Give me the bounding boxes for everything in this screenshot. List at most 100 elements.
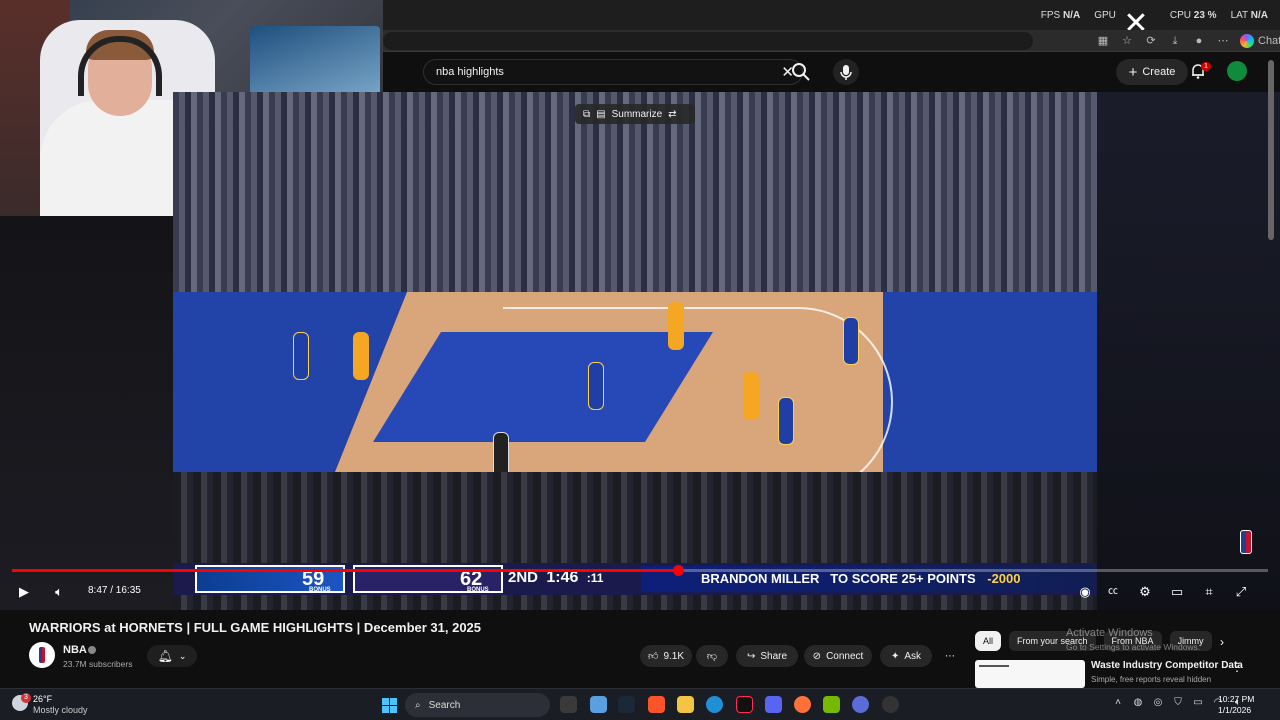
video-player-figure [743,372,759,420]
create-button[interactable]: + Create [1116,59,1188,85]
video-player-figure [588,362,604,410]
search-query: nba highlights [436,66,504,78]
video-three-point-arc [503,307,893,497]
edge-icon[interactable] [706,696,723,713]
share-icon: ↪ [746,650,756,662]
progress-bar[interactable] [12,565,1268,576]
gpu-stat: GPU [1094,10,1116,21]
nba-logo-icon [1240,530,1252,554]
chevron-up-icon[interactable]: ˄ [1112,697,1124,709]
cast-icon[interactable]: ⌗ [1199,582,1219,602]
ad-thumbnail[interactable] [975,660,1085,688]
network-app-icon[interactable]: ◍ [1132,697,1144,709]
download-icon[interactable]: ⤓ [1168,34,1182,48]
screen: FPS N/A GPU CPU 23 % LAT N/A ✕ ▦ ☆ ⟳ ⤓ ●… [0,0,1280,720]
task-view-icon[interactable] [560,696,577,713]
windows-start-icon[interactable] [382,698,397,713]
app-icon[interactable]: ▦ [1096,34,1110,48]
voice-search-button[interactable] [833,59,859,85]
more-icon: ⋯ [945,650,955,662]
player-letterbox-right [1097,92,1280,610]
video-player[interactable] [173,92,1097,610]
steam-icon[interactable] [618,696,635,713]
widgets-icon[interactable] [590,696,607,713]
clock-time[interactable]: 10:27 PM [1218,694,1254,704]
fullscreen-icon[interactable]: ⤢ [1231,582,1251,602]
page-scrollbar[interactable] [1268,60,1274,240]
notification-count-badge: 1 [1201,62,1211,71]
ad-title[interactable]: Waste Industry Competitor Data [1091,660,1243,671]
performance-overlay: FPS N/A GPU CPU 23 % LAT N/A [1041,10,1268,21]
create-label: Create [1142,66,1176,78]
discord-icon[interactable] [765,696,782,713]
profile-icon[interactable]: ● [1192,34,1206,48]
chat-button[interactable]: Chat [1240,34,1280,48]
share-button[interactable]: ↪ Share [736,645,798,667]
subscription-bell-button[interactable]: 🔔︎ ⌄ [147,645,197,667]
connect-icon: ⊘ [812,650,822,662]
battery-icon[interactable]: ▭ [1192,697,1204,709]
video-player-figure [778,397,794,445]
chip-all[interactable]: All [975,631,1002,651]
verified-badge-icon [88,646,96,654]
firefox-icon[interactable] [794,696,811,713]
taskbar-search-label: Search [428,699,461,711]
activate-windows-subtitle: Go to Settings to activate Windows. [1066,642,1201,652]
sparkle-icon: ✦ [890,650,900,662]
share-label: Share [760,650,788,662]
progress-scrubber[interactable] [672,565,684,576]
video-player-figure [843,317,859,365]
video-player-figure [353,332,369,380]
copilot-icon [1240,34,1254,48]
play-icon[interactable]: ▶ [14,582,34,602]
volume-icon[interactable]: 🔈︎ [49,582,69,602]
nvidia-icon[interactable] [823,696,840,713]
video-player-figure [293,332,309,380]
tiktok-icon[interactable] [736,696,753,713]
channel-avatar[interactable] [29,642,55,668]
more-menu-icon[interactable]: ⋯ [1216,34,1230,48]
taskbar-search[interactable]: ⌕ Search [405,693,550,717]
obs-icon[interactable] [882,696,899,713]
translate-icon: ⇄ [668,108,677,120]
favorite-star-icon[interactable]: ☆ [1120,34,1134,48]
taskbar: 3 26°F Mostly cloudy ⌕ Search ˄ ◍ ◎ ⛉ ▭ … [0,688,1280,720]
like-button[interactable]: 👍︎ 9.1K [640,645,692,667]
steam-tray-icon[interactable]: ◎ [1152,697,1164,709]
file-explorer-icon[interactable] [677,696,694,713]
channel-name[interactable]: NBA [63,644,87,656]
video-crowd [173,92,1097,322]
extension-icon[interactable]: ⟳ [1144,34,1158,48]
weather-temp: 26°F [33,694,53,704]
chevron-down-icon: ⌄ [178,650,187,661]
video-title: WARRIORS at HORNETS | FULL GAME HIGHLIGH… [29,620,482,635]
lat-stat: LAT N/A [1230,10,1268,21]
player-controls: ▶ 🔈︎ 8:47 / 16:35 ◉ ㏄ ⚙ ▭ ⌗ ⤢ [0,576,1280,608]
more-actions-button[interactable]: ⋯ [938,645,962,667]
plus-icon: + [1128,63,1138,81]
ask-button[interactable]: ✦ Ask [880,645,932,667]
account-avatar[interactable] [1227,61,1247,81]
clock-date[interactable]: 1/1/2026 [1218,705,1251,715]
thumbs-up-icon: 👍︎ [647,651,659,662]
address-bar[interactable] [383,32,1033,50]
summarize-button[interactable]: ⧉ ▤ Summarize ⇄ [575,104,695,124]
ad-more-icon[interactable]: ⋮ [1231,660,1243,674]
fps-stat: FPS N/A [1040,10,1081,21]
search-input[interactable]: nba highlights ✕ [423,59,803,85]
connect-button[interactable]: ⊘ Connect [804,645,872,667]
search-icon[interactable] [791,62,811,82]
brave-icon[interactable] [648,696,665,713]
autoplay-toggle-icon[interactable]: ◉ [1075,582,1095,602]
settings-gear-icon[interactable]: ⚙ [1135,582,1155,602]
activate-windows-title: Activate Windows [1066,627,1153,639]
shield-icon[interactable]: ⛉ [1172,697,1184,709]
theater-mode-icon[interactable]: ▭ [1167,582,1187,602]
youtube-header: nba highlights ✕ + Create 1 [383,52,1280,92]
captions-icon[interactable]: ㏄ [1103,582,1123,602]
chevron-right-icon[interactable]: › [1220,635,1224,649]
app-icon[interactable] [852,696,869,713]
ad-subtitle: Simple, free reports reveal hidden [1091,675,1212,684]
dislike-button[interactable]: 👎︎ [696,645,728,667]
connect-label: Connect [826,650,864,662]
